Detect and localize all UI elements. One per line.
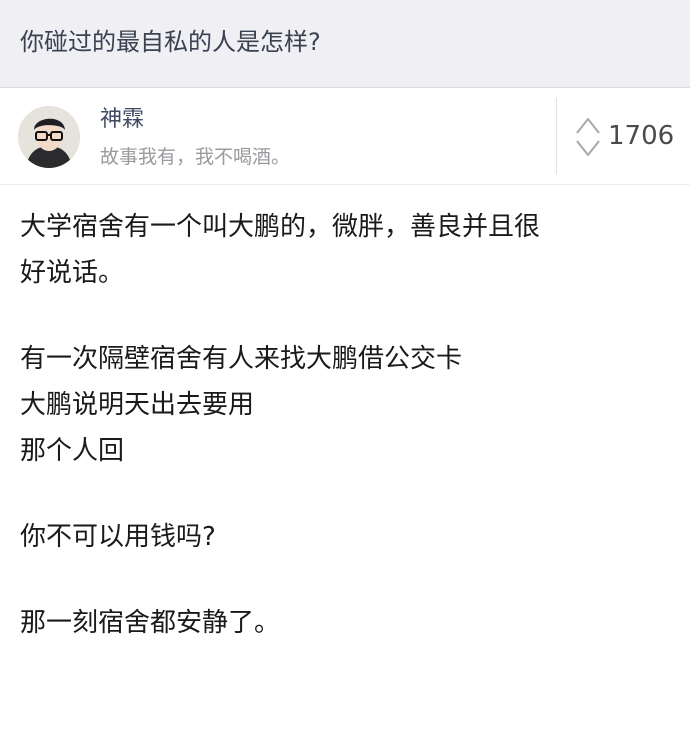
answer-body: 大学宿舍有一个叫大鹏的，微胖，善良并且很 好说话。 有一次隔壁宿舍有人来找大鹏借… — [20, 204, 660, 646]
answer-paragraph: 那一刻宿舍都安静了。 — [20, 608, 281, 638]
author-bar: 神霖 故事我有，我不喝酒。 1706 — [0, 88, 690, 185]
author-name[interactable]: 神霖 — [100, 104, 144, 136]
answer-paragraph: 大学宿舍有一个叫大鹏的，微胖，善良并且很 好说话。 — [20, 212, 541, 288]
answer-paragraph: 有一次隔壁宿舍有人来找大鹏借公交卡 大鹏说明天出去要用 那个人回 — [20, 344, 463, 466]
author-bio: 故事我有，我不喝酒。 — [100, 146, 291, 168]
up-down-vote-arrows-icon[interactable] — [575, 116, 601, 158]
question-header: 你碰过的最自私的人是怎样? — [0, 0, 690, 88]
vote-divider — [556, 98, 557, 174]
vote-count: 1706 — [608, 121, 675, 151]
user-avatar[interactable] — [18, 106, 80, 168]
answer-paragraph: 你不可以用钱吗? — [20, 522, 216, 552]
avatar-image — [18, 106, 80, 168]
question-title[interactable]: 你碰过的最自私的人是怎样? — [20, 24, 321, 60]
